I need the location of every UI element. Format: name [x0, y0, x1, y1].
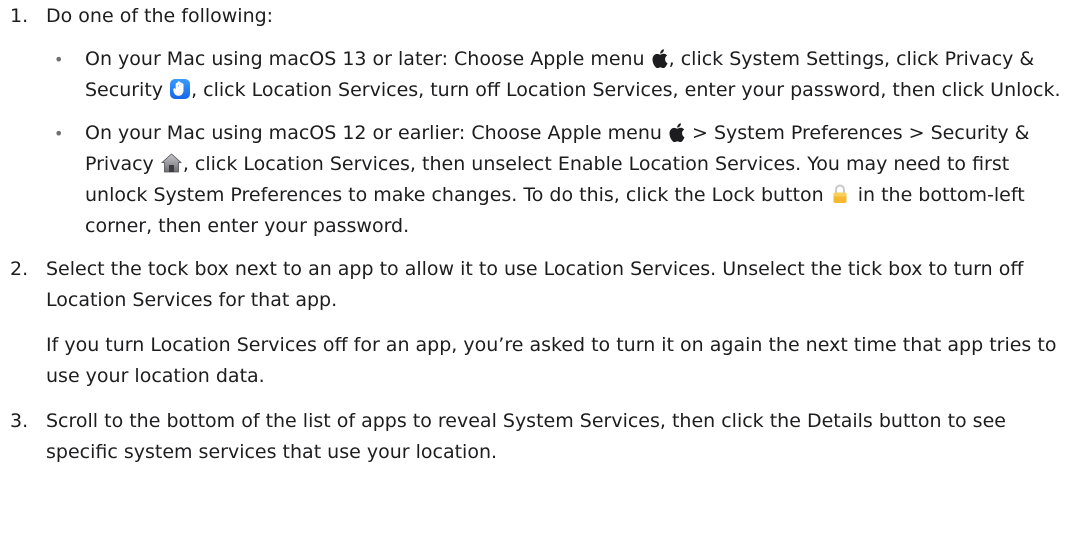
privacy-hand-icon — [170, 79, 191, 99]
step-number: 1. — [10, 5, 29, 27]
step-text: Select the tock box next to an app to al… — [46, 258, 1024, 311]
step-1: 1. Do one of the following: • On your Ma… — [0, 1, 1086, 242]
substep-text-part: On your Mac using macOS 13 or later: Cho… — [85, 48, 651, 70]
step-2: 2. Select the tock box next to an app to… — [0, 254, 1086, 392]
substep-list: • On your Mac using macOS 13 or later: C… — [46, 44, 1076, 242]
substep-macos12: • On your Mac using macOS 12 or earlier:… — [46, 118, 1076, 242]
security-house-icon — [160, 152, 182, 173]
substep-text-part: On your Mac using macOS 12 or earlier: C… — [85, 122, 668, 144]
substep-macos13: • On your Mac using macOS 13 or later: C… — [46, 44, 1076, 106]
lock-icon — [832, 183, 848, 203]
step-text: Scroll to the bottom of the list of apps… — [46, 410, 1006, 463]
substep-text-part: , click Location Services, turn off Loca… — [191, 79, 1061, 101]
apple-logo-icon — [652, 47, 668, 69]
instructions-document: 1. Do one of the following: • On your Ma… — [0, 0, 1086, 468]
bullet: • — [54, 50, 64, 69]
bullet: • — [54, 124, 64, 143]
apple-logo-icon — [669, 121, 685, 143]
step-3: 3. Scroll to the bottom of the list of a… — [0, 406, 1086, 468]
step-number: 2. — [10, 258, 29, 280]
step-number: 3. — [10, 410, 29, 432]
step-text: Do one of the following: — [46, 5, 274, 27]
step-note: If you turn Location Services off for an… — [46, 334, 1057, 387]
